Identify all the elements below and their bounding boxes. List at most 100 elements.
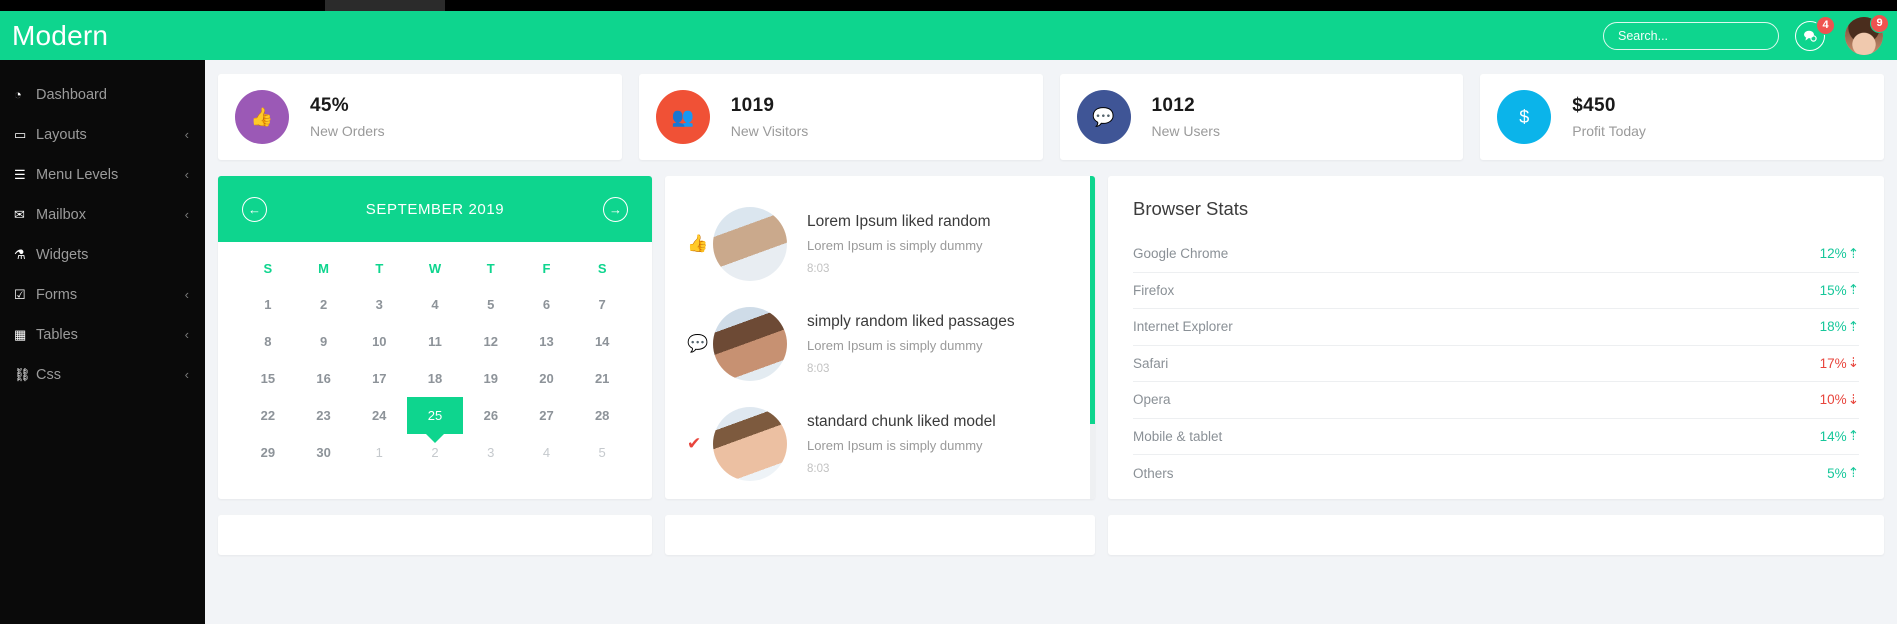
search-input[interactable] <box>1603 21 1779 50</box>
browser-stat-row: Firefox 15% ⇡ <box>1133 273 1859 309</box>
messages-button[interactable]: 4 <box>1795 15 1835 53</box>
calendar-day[interactable]: 1 <box>351 434 407 471</box>
calendar-day[interactable]: 7 <box>574 286 630 323</box>
brand-logo[interactable]: Modern <box>0 20 205 52</box>
sidebar-item-forms[interactable]: ☑ Forms ‹ <box>0 278 205 311</box>
sidebar-item-tables[interactable]: ▦ Tables ‹ <box>0 318 205 351</box>
calendar-day[interactable]: 23 <box>296 397 352 434</box>
calendar-day[interactable]: 5 <box>463 286 519 323</box>
calendar-day[interactable]: 22 <box>240 397 296 434</box>
calendar-day[interactable]: 24 <box>351 397 407 434</box>
browser-tab[interactable] <box>325 0 445 11</box>
calendar-day[interactable]: 28 <box>574 397 630 434</box>
trend-down-icon: ⇣ <box>1847 355 1859 371</box>
activity-title: simply random liked passages <box>807 313 1015 330</box>
calendar-day[interactable]: 8 <box>240 323 296 360</box>
calendar-day[interactable]: 21 <box>574 360 630 397</box>
calendar-day[interactable]: 2 <box>407 434 463 471</box>
sidebar-item-mailbox[interactable]: ✉ Mailbox ‹ <box>0 198 205 231</box>
sidebar-item-layouts[interactable]: ▭ Layouts ‹ <box>0 118 205 151</box>
calendar-day[interactable]: 12 <box>463 323 519 360</box>
calendar-week-row: 1234567 <box>240 286 630 323</box>
calendar-day[interactable]: 2 <box>296 286 352 323</box>
bottom-card-middle <box>665 515 1095 555</box>
calendar-day[interactable]: 17 <box>351 360 407 397</box>
calendar-dow: S <box>597 260 607 276</box>
stat-card-new-visitors[interactable]: 👥 1019 New Visitors <box>638 74 1043 160</box>
calendar-day[interactable]: 26 <box>463 397 519 434</box>
calendar-day[interactable]: 16 <box>296 360 352 397</box>
calendar-title: SEPTEMBER 2019 <box>365 200 505 218</box>
browser-stat-row: Safari 17% ⇣ <box>1133 346 1859 382</box>
calendar-day[interactable]: 30 <box>296 434 352 471</box>
stat-card-new-orders[interactable]: 👍 45% New Orders <box>218 74 622 160</box>
calendar-day[interactable]: 10 <box>351 323 407 360</box>
calendar-day[interactable]: 4 <box>519 434 575 471</box>
calendar-day[interactable]: 9 <box>296 323 352 360</box>
sidebar-item-widgets[interactable]: ⚗ Widgets <box>0 238 205 271</box>
calendar-day[interactable]: 20 <box>519 360 575 397</box>
calendar-day[interactable]: 6 <box>519 286 575 323</box>
calendar-day[interactable]: 5 <box>574 434 630 471</box>
calendar-day[interactable]: 29 <box>240 434 296 471</box>
activity-feed-item[interactable]: ✔ standard chunk liked model Lorem Ipsum… <box>665 394 1095 494</box>
browser-name: Safari <box>1133 355 1169 371</box>
sidebar-item-css[interactable]: ⛓ Css ‹ <box>0 358 205 391</box>
stat-card-text: 1019 New Visitors <box>731 95 809 139</box>
calendar-prev-button[interactable]: ← <box>242 196 267 222</box>
activity-subtitle: Lorem Ipsum is simply dummy <box>807 438 983 453</box>
sidebar: ◔ Dashboard ▭ Layouts ‹ ☰ Menu Levels ‹ … <box>0 60 205 624</box>
activity-text: Lorem Ipsum liked random Lorem Ipsum is … <box>807 213 1077 275</box>
calendar-dow: M <box>318 260 329 276</box>
trend-up-icon: ⇡ <box>1847 318 1859 334</box>
dollar-icon: $ <box>1497 90 1552 144</box>
browser-percentage: 5% ⇡ <box>1827 465 1859 481</box>
chevron-left-icon: ‹ <box>184 327 189 342</box>
activity-feed-item[interactable]: 👍 Lorem Ipsum liked random Lorem Ipsum i… <box>665 194 1095 294</box>
calendar-dow: T <box>486 260 495 276</box>
calendar-day[interactable]: 13 <box>519 323 575 360</box>
thumbs-up-icon: 👍 <box>687 234 709 253</box>
stat-card-text: $450 Profit Today <box>1572 95 1646 139</box>
browser-name: Internet Explorer <box>1133 319 1233 335</box>
activity-title: standard chunk liked model <box>807 413 996 430</box>
stat-card-new-users[interactable]: 💬 1012 New Users <box>1059 74 1464 160</box>
tables-icon: ▦ <box>14 326 27 342</box>
activity-subtitle: Lorem Ipsum is simply dummy <box>807 338 983 353</box>
chevron-left-icon: ‹ <box>184 127 189 142</box>
sidebar-item-label: Tables <box>36 326 78 343</box>
stat-card-text: 1012 New Users <box>1152 95 1220 139</box>
activity-feed-item[interactable]: 💬 simply random liked passages Lorem Ips… <box>665 294 1095 394</box>
calendar-day[interactable]: 15 <box>240 360 296 397</box>
calendar-day[interactable]: 3 <box>463 434 519 471</box>
stat-card-label: New Orders <box>310 123 385 139</box>
calendar-day[interactable]: 1 <box>240 286 296 323</box>
chevron-left-icon: ‹ <box>184 207 189 222</box>
calendar-day[interactable]: 11 <box>407 323 463 360</box>
feed-scrollbar-thumb[interactable] <box>1090 176 1095 424</box>
calendar-day[interactable]: 18 <box>407 360 463 397</box>
trend-up-icon: ⇡ <box>1847 428 1859 444</box>
calendar-day[interactable]: 4 <box>407 286 463 323</box>
activity-feed-list: 👍 Lorem Ipsum liked random Lorem Ipsum i… <box>665 176 1095 494</box>
feed-scrollbar-track[interactable] <box>1090 176 1095 499</box>
calendar-day[interactable]: 19 <box>463 360 519 397</box>
check-icon: ✔ <box>687 434 702 453</box>
calendar-day[interactable]: 14 <box>574 323 630 360</box>
calendar-day[interactable]: 27 <box>519 397 575 434</box>
calendar-day-selected[interactable]: 25 <box>407 397 464 434</box>
calendar-week-row: 22 23 24 25 26 27 28 <box>240 397 630 434</box>
stat-card-profit-today[interactable]: $ $450 Profit Today <box>1480 74 1884 160</box>
trend-up-icon: ⇡ <box>1847 282 1859 298</box>
calendar-day[interactable]: 3 <box>351 286 407 323</box>
calendar-dow: T <box>375 260 384 276</box>
user-avatar-button[interactable]: 9 <box>1845 13 1889 55</box>
sidebar-item-dashboard[interactable]: ◔ Dashboard <box>0 78 205 111</box>
sidebar-item-label: Mailbox <box>36 206 86 223</box>
browser-percentage: 18% ⇡ <box>1820 319 1859 335</box>
sidebar-item-menu-levels[interactable]: ☰ Menu Levels ‹ <box>0 158 205 191</box>
browser-percentage-value: 18% <box>1819 319 1847 335</box>
calendar-next-button[interactable]: → <box>603 196 628 222</box>
bottom-card-left <box>218 515 652 555</box>
calendar-week-row: 8 9 10 11 12 13 14 <box>240 323 630 360</box>
